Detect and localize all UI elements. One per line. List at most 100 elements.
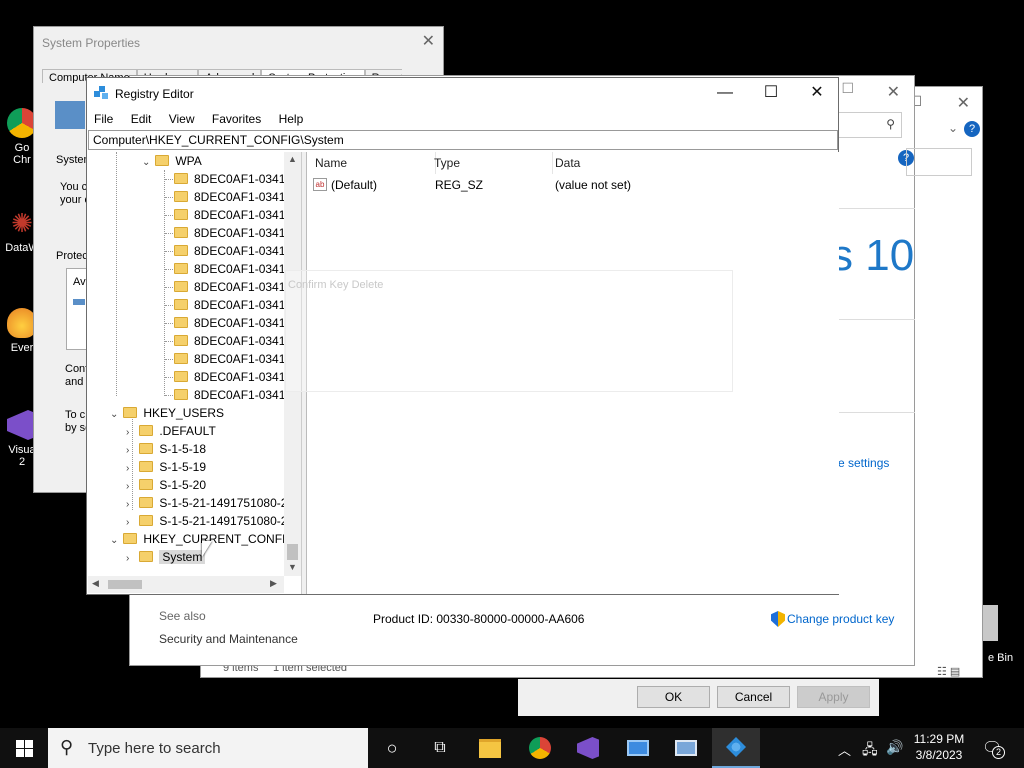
tree-node-wpa[interactable]: ⌄ WPA [142, 152, 202, 170]
cortana-circle-icon: ○ [386, 737, 398, 758]
folder-icon [174, 191, 188, 202]
close-icon[interactable]: ✕ [422, 31, 435, 51]
tree-node-user-child[interactable]: › S-1-5-20 [126, 476, 206, 494]
taskbar-visual-studio[interactable] [564, 728, 612, 768]
menu-edit[interactable]: Edit [131, 112, 152, 126]
help-icon[interactable]: ? [964, 121, 980, 137]
folder-icon [139, 461, 154, 472]
taskbar-system-properties[interactable] [614, 728, 662, 768]
folder-icon [174, 317, 188, 328]
scroll-up-icon[interactable]: ▲ [288, 154, 297, 164]
windows-10-logo-text: s 10 [831, 231, 915, 280]
taskbar-search-box[interactable]: ⚲ Type here to search [48, 728, 368, 768]
menu-help[interactable]: Help [279, 112, 304, 126]
tree-node-label: 8DEC0AF1-0341-4 [194, 172, 297, 186]
folder-icon [174, 335, 188, 346]
tree-node-wpa-child[interactable]: 8DEC0AF1-0341-4 [174, 170, 296, 188]
tree-node-hkey-users[interactable]: ⌄ HKEY_USERS [110, 404, 224, 422]
tree-node-label: S-1-5-20 [159, 478, 207, 492]
dialog-title: Confirm Key Delete [288, 279, 384, 291]
cancel-button[interactable]: Cancel [717, 686, 790, 708]
tree-node-wpa-child[interactable]: 8DEC0AF1-0341-4 [174, 224, 296, 242]
maximize-button[interactable]: ☐ [748, 78, 794, 108]
tree-node-wpa-child[interactable]: 8DEC0AF1-0341-4 [174, 260, 296, 278]
monitor-icon [675, 740, 697, 756]
search-box-2[interactable] [906, 148, 972, 176]
value-name: (Default) [331, 178, 378, 192]
tree-node-wpa-child[interactable]: 8DEC0AF1-0341-4 [174, 188, 296, 206]
close-icon[interactable]: ✕ [887, 82, 900, 102]
column-header-name[interactable]: Name [307, 152, 436, 174]
tree-node-label: 8DEC0AF1-0341-4 [194, 280, 297, 294]
tree-node-user-child[interactable]: › S-1-5-18 [126, 440, 206, 458]
folder-icon [174, 371, 188, 382]
computer-icon [627, 740, 649, 756]
tree-node-user-child[interactable]: › S-1-5-21-1491751080-2 [126, 494, 287, 512]
tree-node-system[interactable]: › System [126, 548, 206, 566]
taskbar-chrome[interactable] [516, 728, 564, 768]
task-view-button[interactable]: ⧉ [416, 728, 464, 768]
start-button[interactable] [0, 728, 48, 768]
tree-node-wpa-child[interactable]: 8DEC0AF1-0341-4 [174, 386, 296, 404]
scroll-left-icon[interactable]: ◀ [92, 578, 99, 589]
taskbar-registry-editor[interactable] [712, 728, 760, 768]
tree-node-user-child[interactable]: › .DEFAULT [126, 422, 216, 440]
close-icon[interactable]: ✕ [957, 93, 970, 113]
ok-button[interactable]: OK [637, 686, 710, 708]
scroll-right-icon[interactable]: ▶ [270, 578, 277, 589]
maximize-icon[interactable]: ☐ [841, 80, 854, 97]
folder-icon [479, 738, 501, 758]
tree-node-wpa-child[interactable]: 8DEC0AF1-0341-4 [174, 350, 296, 368]
tree-horizontal-scrollbar[interactable]: ◀ ▶ [88, 576, 284, 593]
clock[interactable]: 11:29 PM 3/8/2023 [912, 732, 966, 762]
close-button[interactable]: ✕ [794, 78, 840, 108]
column-header-data[interactable]: Data [553, 152, 835, 174]
search-input[interactable]: ⚲ [836, 112, 902, 138]
tree-node-wpa-child[interactable]: 8DEC0AF1-0341-4 [174, 368, 296, 386]
clock-date: 3/8/2023 [915, 748, 963, 762]
address-bar[interactable]: Computer\HKEY_CURRENT_CONFIG\System [88, 130, 838, 150]
menu-favorites[interactable]: Favorites [212, 112, 261, 126]
tree-node-label: S-1-5-18 [159, 442, 207, 456]
scroll-down-icon[interactable]: ▼ [288, 562, 297, 572]
tree-node-wpa-child[interactable]: 8DEC0AF1-0341-4 [174, 242, 296, 260]
scrollbar-thumb[interactable] [108, 580, 142, 589]
minimize-icon: — [717, 84, 733, 101]
menu-view[interactable]: View [169, 112, 195, 126]
system-protection-icon [55, 101, 85, 129]
apply-button[interactable]: Apply [797, 686, 870, 708]
tree-node-label: S-1-5-21-1491751080-2 [159, 496, 288, 510]
security-maintenance-link[interactable]: Security and Maintenance [159, 632, 298, 646]
tree-node-wpa-child[interactable]: 8DEC0AF1-0341-4 [174, 278, 296, 296]
tree-node-wpa-child[interactable]: 8DEC0AF1-0341-4 [174, 296, 296, 314]
details-view-icon[interactable]: ☷ ▤ [937, 665, 960, 678]
change-product-key-link[interactable]: Change product key [787, 612, 894, 626]
change-settings-link[interactable]: e settings [838, 456, 889, 470]
value-type: REG_SZ [435, 178, 484, 192]
tree-node-wpa-child[interactable]: 8DEC0AF1-0341-4 [174, 206, 296, 224]
chevron-up-icon[interactable]: ︿ [838, 740, 851, 759]
tree-node-wpa-child[interactable]: 8DEC0AF1-0341-4 [174, 314, 296, 332]
menu-file[interactable]: File [94, 112, 113, 126]
tree-node-user-child[interactable]: › S-1-5-19 [126, 458, 206, 476]
tree-node-user-child[interactable]: › S-1-5-21-1491751080-2 [126, 512, 287, 530]
string-value-icon: ab [313, 178, 327, 191]
taskbar-file-explorer[interactable] [466, 728, 514, 768]
scrollbar-thumb[interactable] [287, 544, 298, 560]
minimize-button[interactable]: — [702, 78, 748, 108]
notifications-button[interactable]: 🗨 2 [982, 738, 1005, 759]
taskbar: ⚲ Type here to search ○ ⧉ ︿ 🖧 🔊 11:29 PM… [0, 728, 1024, 768]
network-icon[interactable]: 🖧 [862, 739, 878, 763]
cortana-button[interactable]: ○ [368, 728, 416, 768]
tree-node-wpa-child[interactable]: 8DEC0AF1-0341-4 [174, 332, 296, 350]
configure-text-1: Conf [65, 363, 89, 375]
window-title: System Properties [42, 36, 141, 50]
tree-node-label: S-1-5-19 [159, 460, 207, 474]
volume-icon[interactable]: 🔊 [886, 739, 903, 756]
taskbar-control-panel[interactable] [662, 728, 710, 768]
value-row[interactable]: ab (Default) REG_SZ (value not set) [313, 178, 813, 194]
column-header-type[interactable]: Type [428, 152, 553, 174]
chevron-down-icon[interactable]: ⌄ [948, 121, 958, 135]
tree-node-label: 8DEC0AF1-0341-4 [194, 316, 297, 330]
key-tree[interactable]: ⌄ WPA 8DEC0AF1-0341-4 8DEC0AF1-0341-4 8DEC… [88, 152, 302, 594]
